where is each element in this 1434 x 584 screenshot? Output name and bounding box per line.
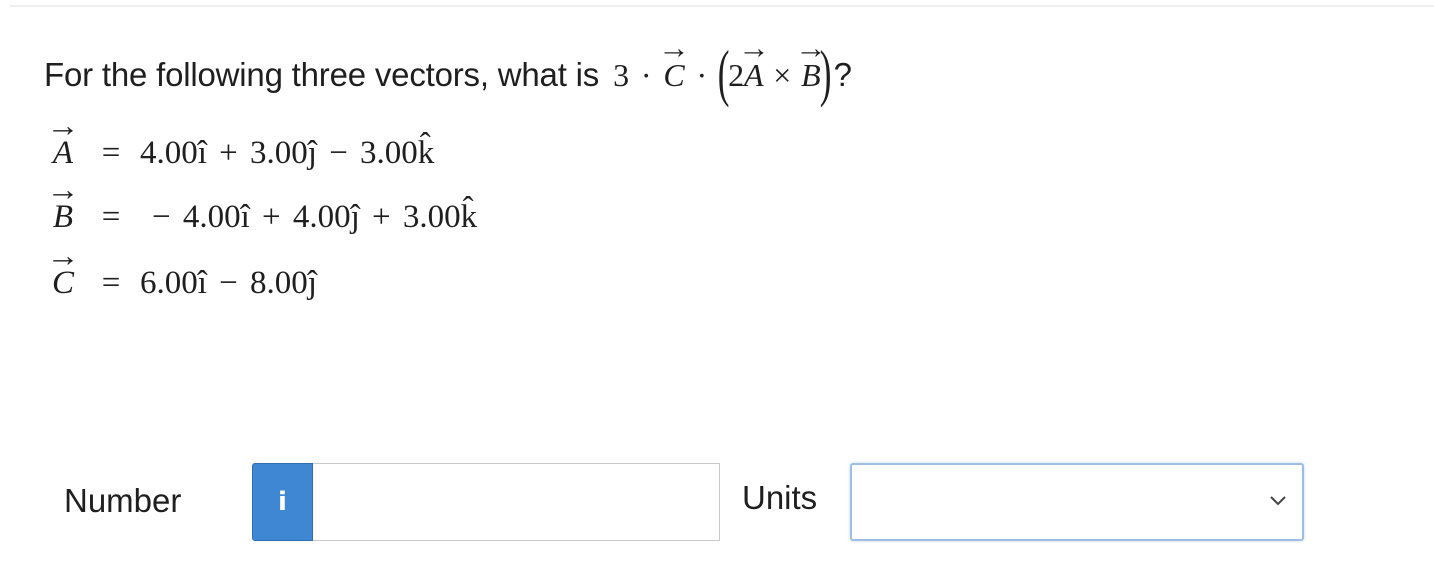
number-input[interactable] [313,463,720,541]
vector-b-components: − 4.00î + 4.00ĵ + 3.00k̂ [152,198,478,235]
vector-b-name: B [44,199,82,236]
units-label: Units [742,479,818,516]
number-label: Number [64,482,182,519]
expr-coefficient: 3 [613,56,629,93]
vector-c-name: C [44,265,82,302]
question-mark: ? [833,56,852,93]
vector-b-equation: B = − 4.00î + 4.00ĵ + 3.00k̂ [44,192,477,242]
vector-c-components: 6.00î − 8.00ĵ [140,264,317,301]
question-prefix: For the following three vectors, what is [44,56,600,93]
expr-vector-b: B [801,57,821,94]
info-icon: i [278,487,287,517]
units-dropdown[interactable] [850,463,1304,541]
right-paren: ) [819,37,831,108]
expr-dot-1: · [640,56,652,93]
vector-c-equation: C = 6.00î − 8.00ĵ [44,258,317,308]
vector-a-equals: = [101,134,121,171]
vector-a-equation: A = 4.00î + 3.00ĵ − 3.00k̂ [44,128,434,178]
expr-vector-c: C [663,57,684,94]
vector-c-equals: = [101,264,121,301]
left-paren: ( [717,37,730,108]
expr-cross: × [773,56,792,93]
expr-dot-2: · [696,56,708,93]
top-divider [10,5,1434,7]
vector-a-components: 4.00î + 3.00ĵ − 3.00k̂ [140,134,435,171]
vector-b-equals: = [101,198,121,235]
info-button[interactable]: i [252,463,313,541]
expr-vector-a: A [744,57,764,94]
vector-a-name: A [44,135,82,172]
question-text: For the following three vectors, what is… [44,40,852,110]
chevron-down-icon [1270,496,1286,506]
